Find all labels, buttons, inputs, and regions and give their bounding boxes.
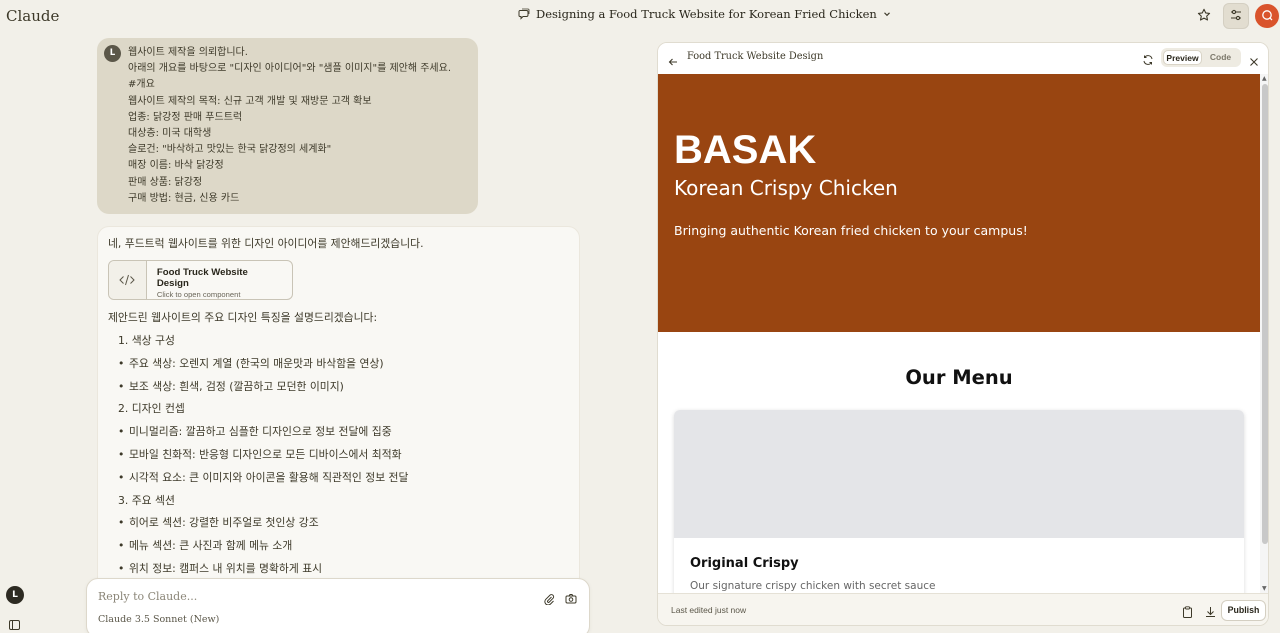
- menu-heading: Our Menu: [905, 366, 1013, 389]
- artifact-panel-header: Food Truck Website Design Preview Code: [658, 43, 1268, 73]
- reply-box[interactable]: Reply to Claude... Claude 3.5 Sonnet (Ne…: [86, 578, 590, 633]
- star-icon: [1197, 7, 1211, 26]
- user-message-line: #개요: [128, 79, 155, 91]
- code-icon: [109, 261, 147, 299]
- menu-item-description: Our signature crispy chicken with secret…: [690, 580, 936, 592]
- list-item: 메뉴 섹션: 큰 사진과 함께 메뉴 소개: [118, 535, 569, 558]
- conversation-title: Designing a Food Truck Website for Korea…: [536, 7, 877, 21]
- brand-logo[interactable]: Claude: [6, 7, 59, 25]
- menu-item-image: [674, 410, 1244, 538]
- scroll-down-icon[interactable]: ▼: [1262, 585, 1267, 592]
- user-avatar: L: [104, 45, 121, 62]
- list-item: 미니멀리즘: 깔끔하고 심플한 디자인으로 정보 전달에 집중: [118, 421, 569, 444]
- hero-section: BASAK Korean Crispy Chicken Bringing aut…: [658, 74, 1260, 332]
- sliders-icon: [1229, 7, 1243, 26]
- feature-list: 1. 색상 구성 주요 색상: 오렌지 계열 (한국의 매운맛과 바삭함을 연상…: [108, 330, 569, 581]
- artifact-card-subtitle: Click to open component: [156, 290, 241, 299]
- camera-icon[interactable]: [565, 590, 577, 609]
- claude-logo-icon: [1260, 7, 1274, 26]
- list-item: 시각적 요소: 큰 이미지와 아이콘을 활용해 직관적인 정보 전달: [118, 467, 569, 490]
- user-message-line: 매장 이름: 바삭 닭강정: [128, 160, 224, 172]
- star-button[interactable]: [1191, 3, 1217, 29]
- scroll-up-icon[interactable]: ▲: [1262, 75, 1267, 82]
- reply-input[interactable]: Reply to Claude...: [98, 590, 197, 603]
- hero-tagline: Bringing authentic Korean fried chicken …: [674, 223, 1028, 238]
- artifact-preview: BASAK Korean Crispy Chicken Bringing aut…: [658, 74, 1260, 593]
- last-edited-label: Last edited just now: [671, 605, 747, 615]
- list-heading: 3. 주요 섹션: [118, 493, 175, 507]
- menu-item-name: Original Crispy: [690, 556, 799, 571]
- hero-title: BASAK: [674, 128, 817, 172]
- download-icon[interactable]: [1205, 603, 1216, 622]
- sidebar-toggle-button[interactable]: [9, 615, 20, 633]
- user-message-line: 아래의 개요를 바탕으로 "디자인 아이디어"와 "샘플 이미지"를 제안해 주…: [128, 63, 452, 75]
- arrow-left-icon[interactable]: [668, 52, 678, 71]
- scrollbar-thumb[interactable]: [1262, 84, 1268, 544]
- list-heading: 1. 색상 구성: [118, 334, 175, 347]
- user-message: L 웹사이트 제작을 의뢰합니다. 아래의 개요를 바탕으로 "디자인 아이디어…: [97, 38, 478, 214]
- artifact-card[interactable]: Food Truck Website Design Click to open …: [108, 260, 293, 300]
- tab-preview[interactable]: Preview: [1163, 50, 1202, 65]
- user-message-line: 웹사이트 제작의 목적: 신규 고객 개발 및 재방문 고객 확보: [128, 95, 372, 107]
- list-item: 주요 색상: 오렌지 계열 (한국의 매운맛과 바삭함을 연상): [118, 353, 569, 376]
- artifact-panel-title: Food Truck Website Design: [687, 51, 824, 62]
- preview-code-toggle[interactable]: Preview Code: [1161, 48, 1241, 67]
- refresh-icon[interactable]: [1142, 51, 1154, 70]
- user-message-line: 슬로건: "바삭하고 맛있는 한국 닭강정의 세계화": [128, 144, 332, 156]
- preview-scrollbar[interactable]: ▲ ▼: [1260, 74, 1268, 593]
- list-item: 히어로 섹션: 강렬한 비주얼로 첫인상 강조: [118, 512, 569, 535]
- chevron-down-icon: [883, 10, 891, 18]
- sidebar-icon: [9, 615, 20, 633]
- user-message-line: 구매 방법: 현금, 신용 카드: [128, 192, 240, 204]
- tab-code[interactable]: Code: [1202, 50, 1239, 65]
- assistant-intro: 네, 푸드트럭 웹사이트를 위한 디자인 아이디어를 제안해드리겠습니다.: [108, 237, 424, 250]
- top-bar: Claude Designing a Food Truck Website fo…: [0, 0, 1280, 32]
- clipboard-icon[interactable]: [1182, 603, 1193, 622]
- hero-subtitle: Korean Crispy Chicken: [674, 176, 898, 200]
- settings-button[interactable]: [1223, 3, 1249, 29]
- list-item: 보조 색상: 흰색, 검정 (깔끔하고 모던한 이미지): [118, 376, 569, 399]
- conversation-title-button[interactable]: Designing a Food Truck Website for Korea…: [518, 7, 891, 21]
- close-icon[interactable]: [1249, 52, 1259, 71]
- assistant-message: 네, 푸드트럭 웹사이트를 위한 디자인 아이디어를 제안해드리겠습니다. Fo…: [97, 226, 580, 586]
- chat-bubble-icon: [518, 8, 530, 20]
- paperclip-icon[interactable]: [543, 590, 555, 609]
- user-message-line: 웹사이트 제작을 의뢰합니다.: [128, 47, 248, 58]
- artifact-panel: Food Truck Website Design Preview Code B…: [657, 42, 1269, 626]
- user-message-line: 업종: 닭강정 판매 푸드트럭: [128, 111, 243, 123]
- menu-item-card: Original Crispy Our signature crispy chi…: [674, 410, 1244, 593]
- profile-button[interactable]: [1255, 4, 1279, 28]
- features-intro: 제안드린 웹사이트의 주요 디자인 특징을 설명드리겠습니다:: [108, 311, 378, 324]
- list-heading: 2. 디자인 컨셉: [118, 402, 185, 416]
- user-avatar-button[interactable]: L: [6, 586, 24, 604]
- list-item: 모바일 친화적: 반응형 디자인으로 모든 디바이스에서 최적화: [118, 444, 569, 467]
- user-message-line: 대상층: 미국 대학생: [128, 128, 212, 140]
- model-selector[interactable]: Claude 3.5 Sonnet (New): [98, 614, 219, 625]
- artifact-card-title: Food Truck Website Design: [156, 267, 248, 289]
- artifact-panel-footer: Last edited just now Publish: [658, 593, 1268, 625]
- publish-button[interactable]: Publish: [1221, 600, 1266, 621]
- user-message-line: 판매 상품: 닭강정: [128, 176, 203, 188]
